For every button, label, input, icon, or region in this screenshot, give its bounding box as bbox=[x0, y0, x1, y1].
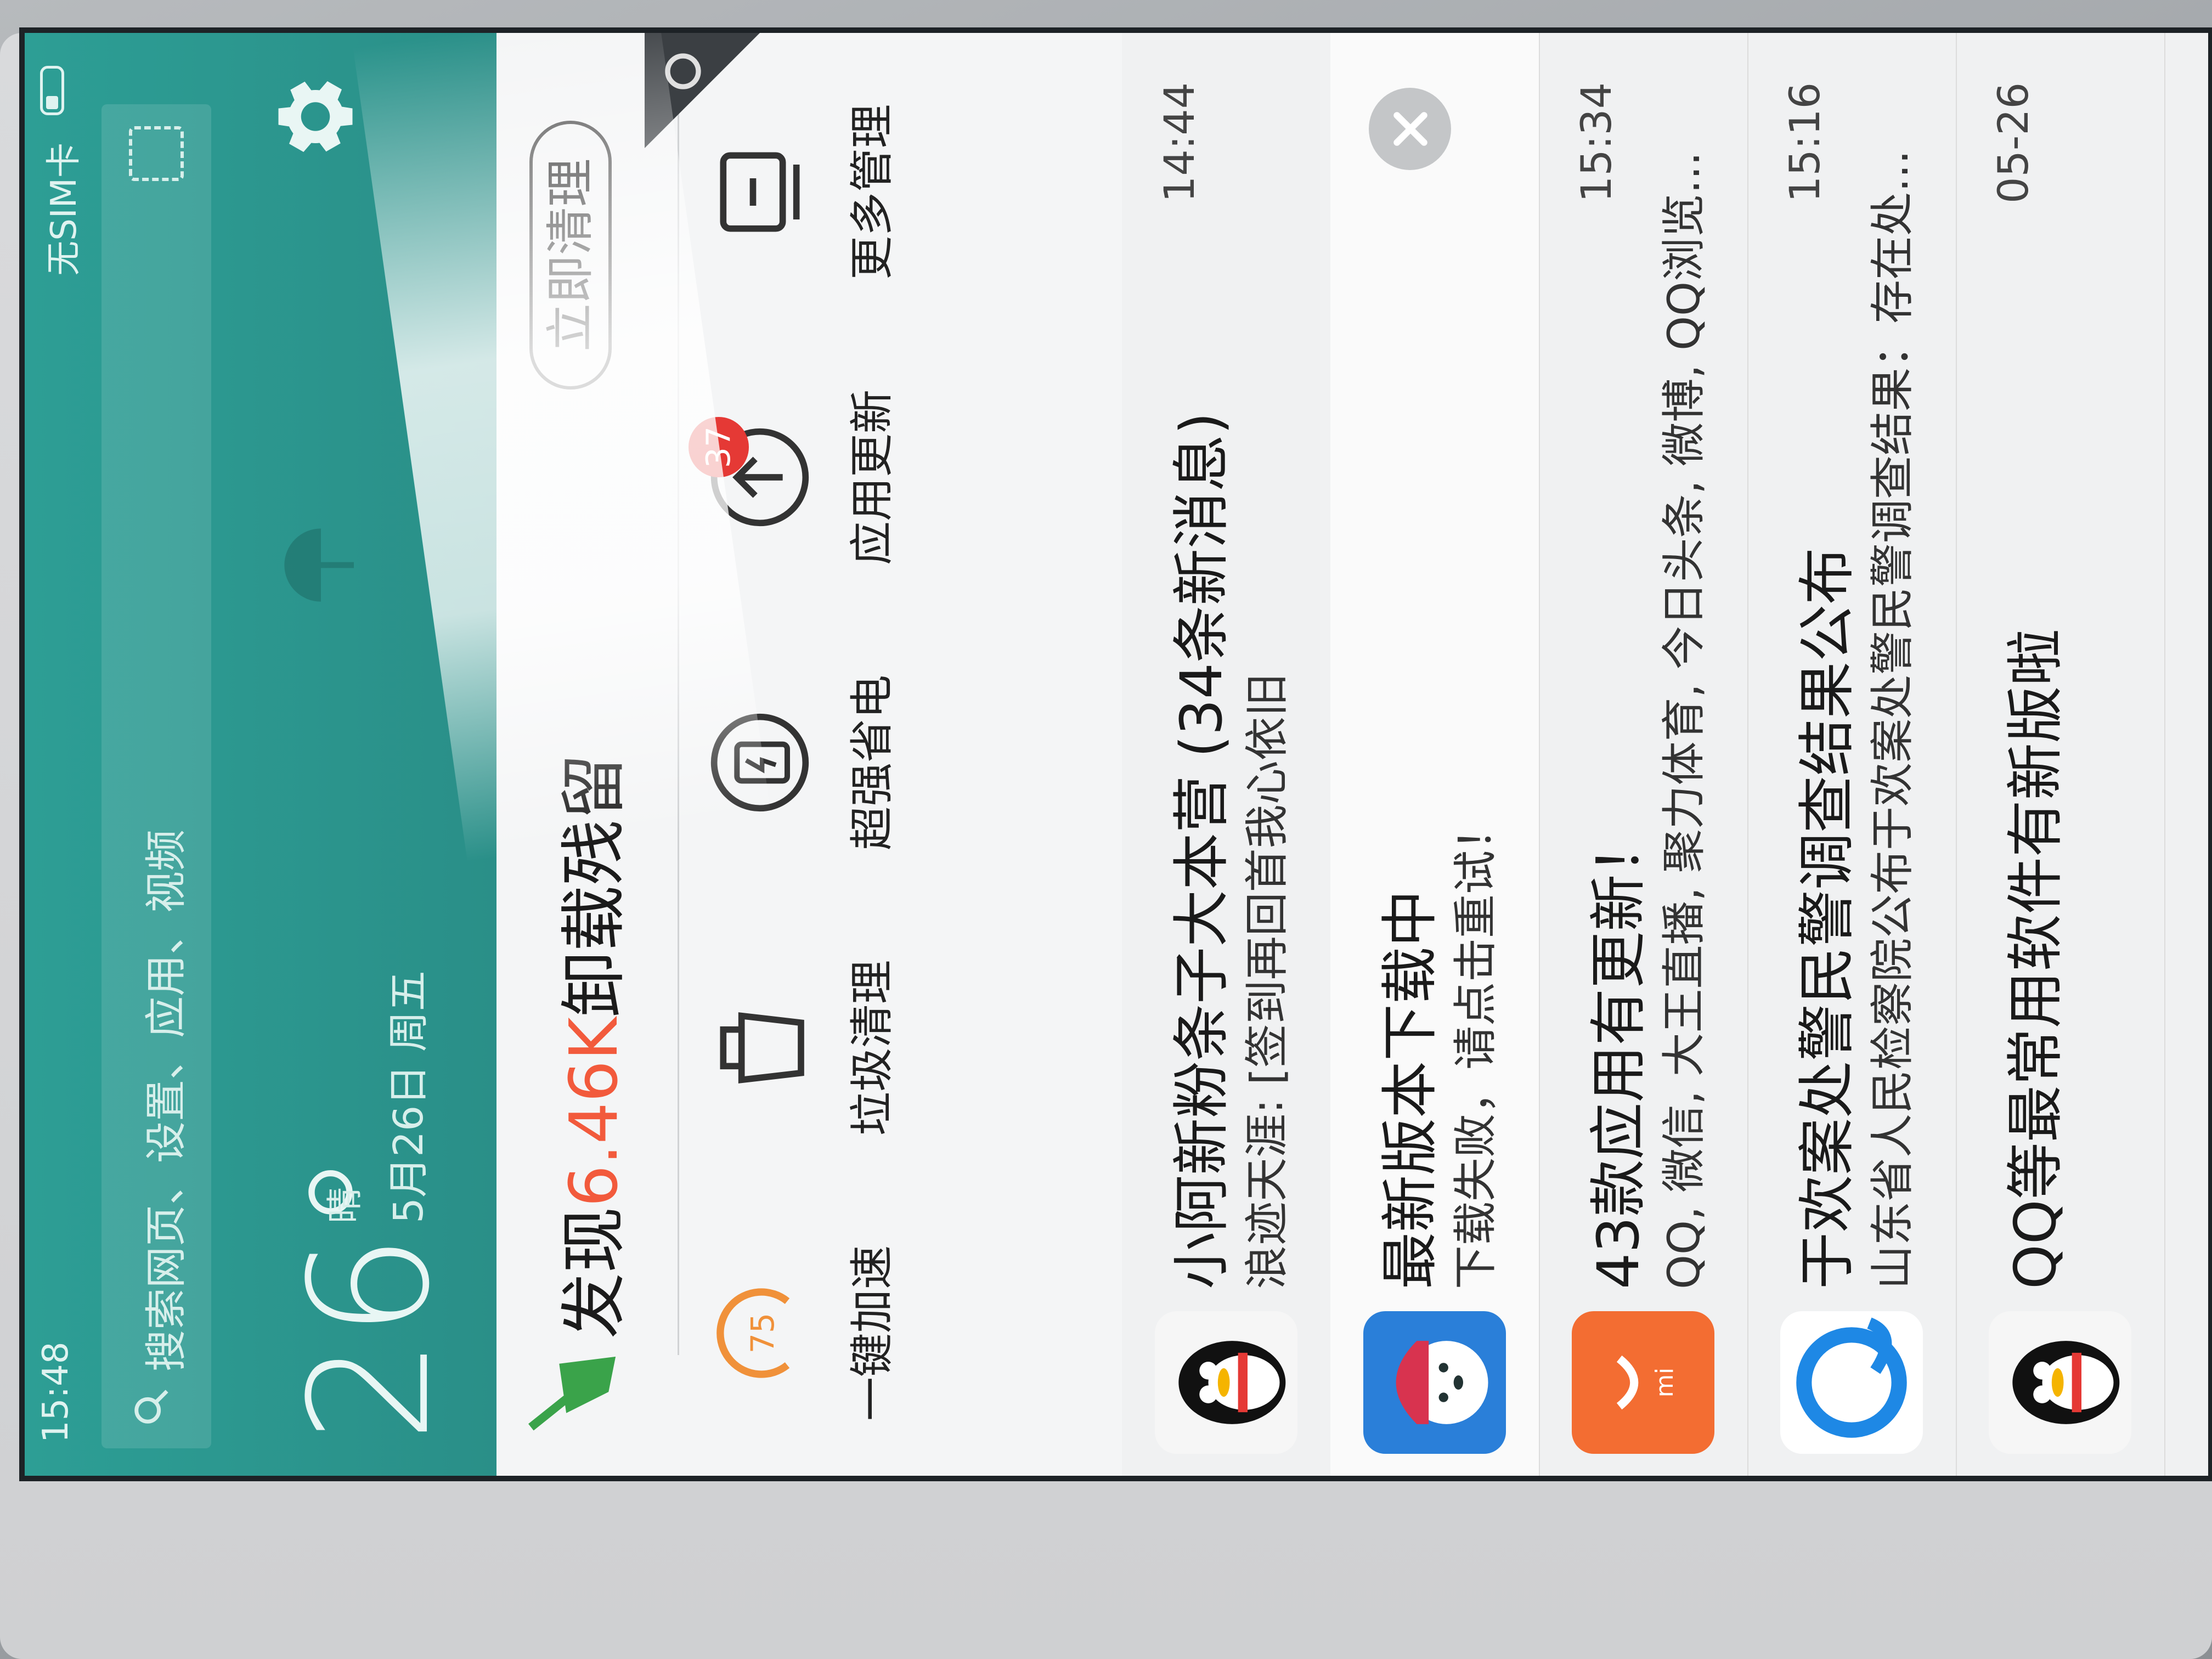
notification-title: 小阿新粉条子大本营 (34条新消息) bbox=[1168, 412, 1235, 1289]
broom-icon bbox=[528, 1356, 616, 1431]
update-count-badge: 37 bbox=[689, 417, 749, 477]
svg-text:mi: mi bbox=[1651, 1368, 1679, 1397]
cleaner-title-suffix: 卸载残留 bbox=[556, 754, 633, 1018]
boost-gauge-icon: 75 bbox=[705, 1278, 815, 1388]
scan-icon[interactable] bbox=[129, 126, 184, 181]
clean-now-button[interactable]: 立即清理 bbox=[529, 121, 612, 390]
notification-subtitle: QQ, 微信, 大王直播, 聚力体育, 今日头条, 微博, QQ浏览... bbox=[1658, 151, 1709, 1289]
cleaner-title-prefix: 发现 bbox=[556, 1207, 633, 1339]
notification-title: 43款应用有更新！ bbox=[1585, 817, 1652, 1289]
boost-value: 75 bbox=[744, 1313, 781, 1353]
tool-label: 垃圾清理 bbox=[847, 960, 898, 1136]
notification-app-versions[interactable]: QQ等最常用软件有新版啦 05-26 bbox=[1956, 33, 2165, 1476]
notification-news[interactable]: 于欢案处警民警调查结果公布 山东省人民检察院公布于欢案处警民警调查结果：存在处.… bbox=[1747, 33, 1957, 1476]
update-icon: 37 bbox=[689, 417, 815, 532]
notification-title: 最新版本下载中 bbox=[1376, 889, 1443, 1289]
cleaner-title: 发现6.46K卸载残留 bbox=[540, 754, 636, 1339]
qq-penguin-icon bbox=[1155, 1311, 1297, 1454]
notification-header: 15:48 无SIM卡 搜索网页、设置、应用、视频 26° 晴 5月26日 周五 bbox=[25, 33, 496, 1476]
notification-qq-group[interactable]: 小阿新粉条子大本营 (34条新消息) 浪迹天涯: [签到再回首我心依旧 14:4… bbox=[1122, 33, 1331, 1476]
status-time: 15:48 bbox=[36, 1341, 76, 1443]
tool-label: 超强省电 bbox=[847, 675, 898, 850]
notification-download[interactable]: 最新版本下载中 下载失败，请点击重试！ bbox=[1330, 33, 1540, 1476]
status-sim: 无SIM卡 bbox=[44, 143, 84, 276]
search-placeholder: 搜索网页、设置、应用、视频 bbox=[142, 830, 190, 1372]
battery-icon bbox=[40, 66, 64, 115]
notification-time: 15:16 bbox=[1780, 82, 1829, 203]
weather-date: 5月26日 周五 bbox=[385, 970, 432, 1223]
tool-boost[interactable]: 75 一键加速 bbox=[705, 1212, 900, 1454]
tool-power-save[interactable]: 超强省电 bbox=[705, 642, 900, 883]
weather-condition: 晴 bbox=[324, 1187, 366, 1223]
notification-title: QQ等最常用软件有新版啦 bbox=[2002, 629, 2069, 1289]
panel-settings-icon[interactable] bbox=[645, 33, 798, 187]
search-bar[interactable]: 搜索网页、设置、应用、视频 bbox=[101, 104, 211, 1448]
notification-subtitle: 山东省人民检察院公布于欢案处警民警调查结果：存在处... bbox=[1867, 150, 1918, 1289]
notification-title: 于欢案处警民警调查结果公布 bbox=[1793, 547, 1860, 1289]
umbrella-icon bbox=[284, 528, 354, 602]
tool-label: 更多管理 bbox=[847, 104, 898, 280]
notification-time: 15:34 bbox=[1572, 82, 1621, 203]
polar-bear-icon bbox=[1363, 1311, 1506, 1454]
tool-junk-clean[interactable]: 垃圾清理 bbox=[705, 927, 900, 1169]
trash-icon bbox=[705, 993, 815, 1103]
notification-time: 05-26 bbox=[1989, 82, 2038, 204]
qq-penguin-icon bbox=[1989, 1311, 2131, 1454]
close-icon[interactable] bbox=[1369, 88, 1451, 170]
notification-time: 14:44 bbox=[1155, 82, 1204, 203]
tool-label: 应用更新 bbox=[847, 390, 898, 565]
cleaner-title-size: 6.46K bbox=[556, 1017, 633, 1207]
cleaner-panel: 发现6.46K卸载残留 立即清理 75 一键加速 垃圾清理 超强省电 37 应用… bbox=[496, 33, 1122, 1476]
tool-app-update[interactable]: 37 应用更新 bbox=[689, 357, 900, 598]
notification-subtitle: 下载失败，请点击重试！ bbox=[1450, 806, 1501, 1289]
panel-divider bbox=[678, 33, 679, 1355]
notification-subtitle: 浪迹天涯: [签到再回首我心依旧 bbox=[1242, 673, 1293, 1289]
notification-app-updates[interactable]: mi 43款应用有更新！ QQ, 微信, 大王直播, 聚力体育, 今日头条, 微… bbox=[1539, 33, 1748, 1476]
qq-browser-icon bbox=[1780, 1311, 1923, 1454]
battery-save-icon bbox=[705, 708, 815, 817]
notification-list: 小阿新粉条子大本营 (34条新消息) 浪迹天涯: [签到再回首我心依旧 14:4… bbox=[1122, 33, 2212, 1476]
settings-gear-icon[interactable] bbox=[266, 71, 365, 170]
phone-screen: 15:48 无SIM卡 搜索网页、设置、应用、视频 26° 晴 5月26日 周五 bbox=[19, 27, 2212, 1481]
search-icon bbox=[134, 1390, 168, 1424]
mi-store-icon: mi bbox=[1572, 1311, 1714, 1454]
tool-label: 一键加速 bbox=[847, 1245, 898, 1421]
